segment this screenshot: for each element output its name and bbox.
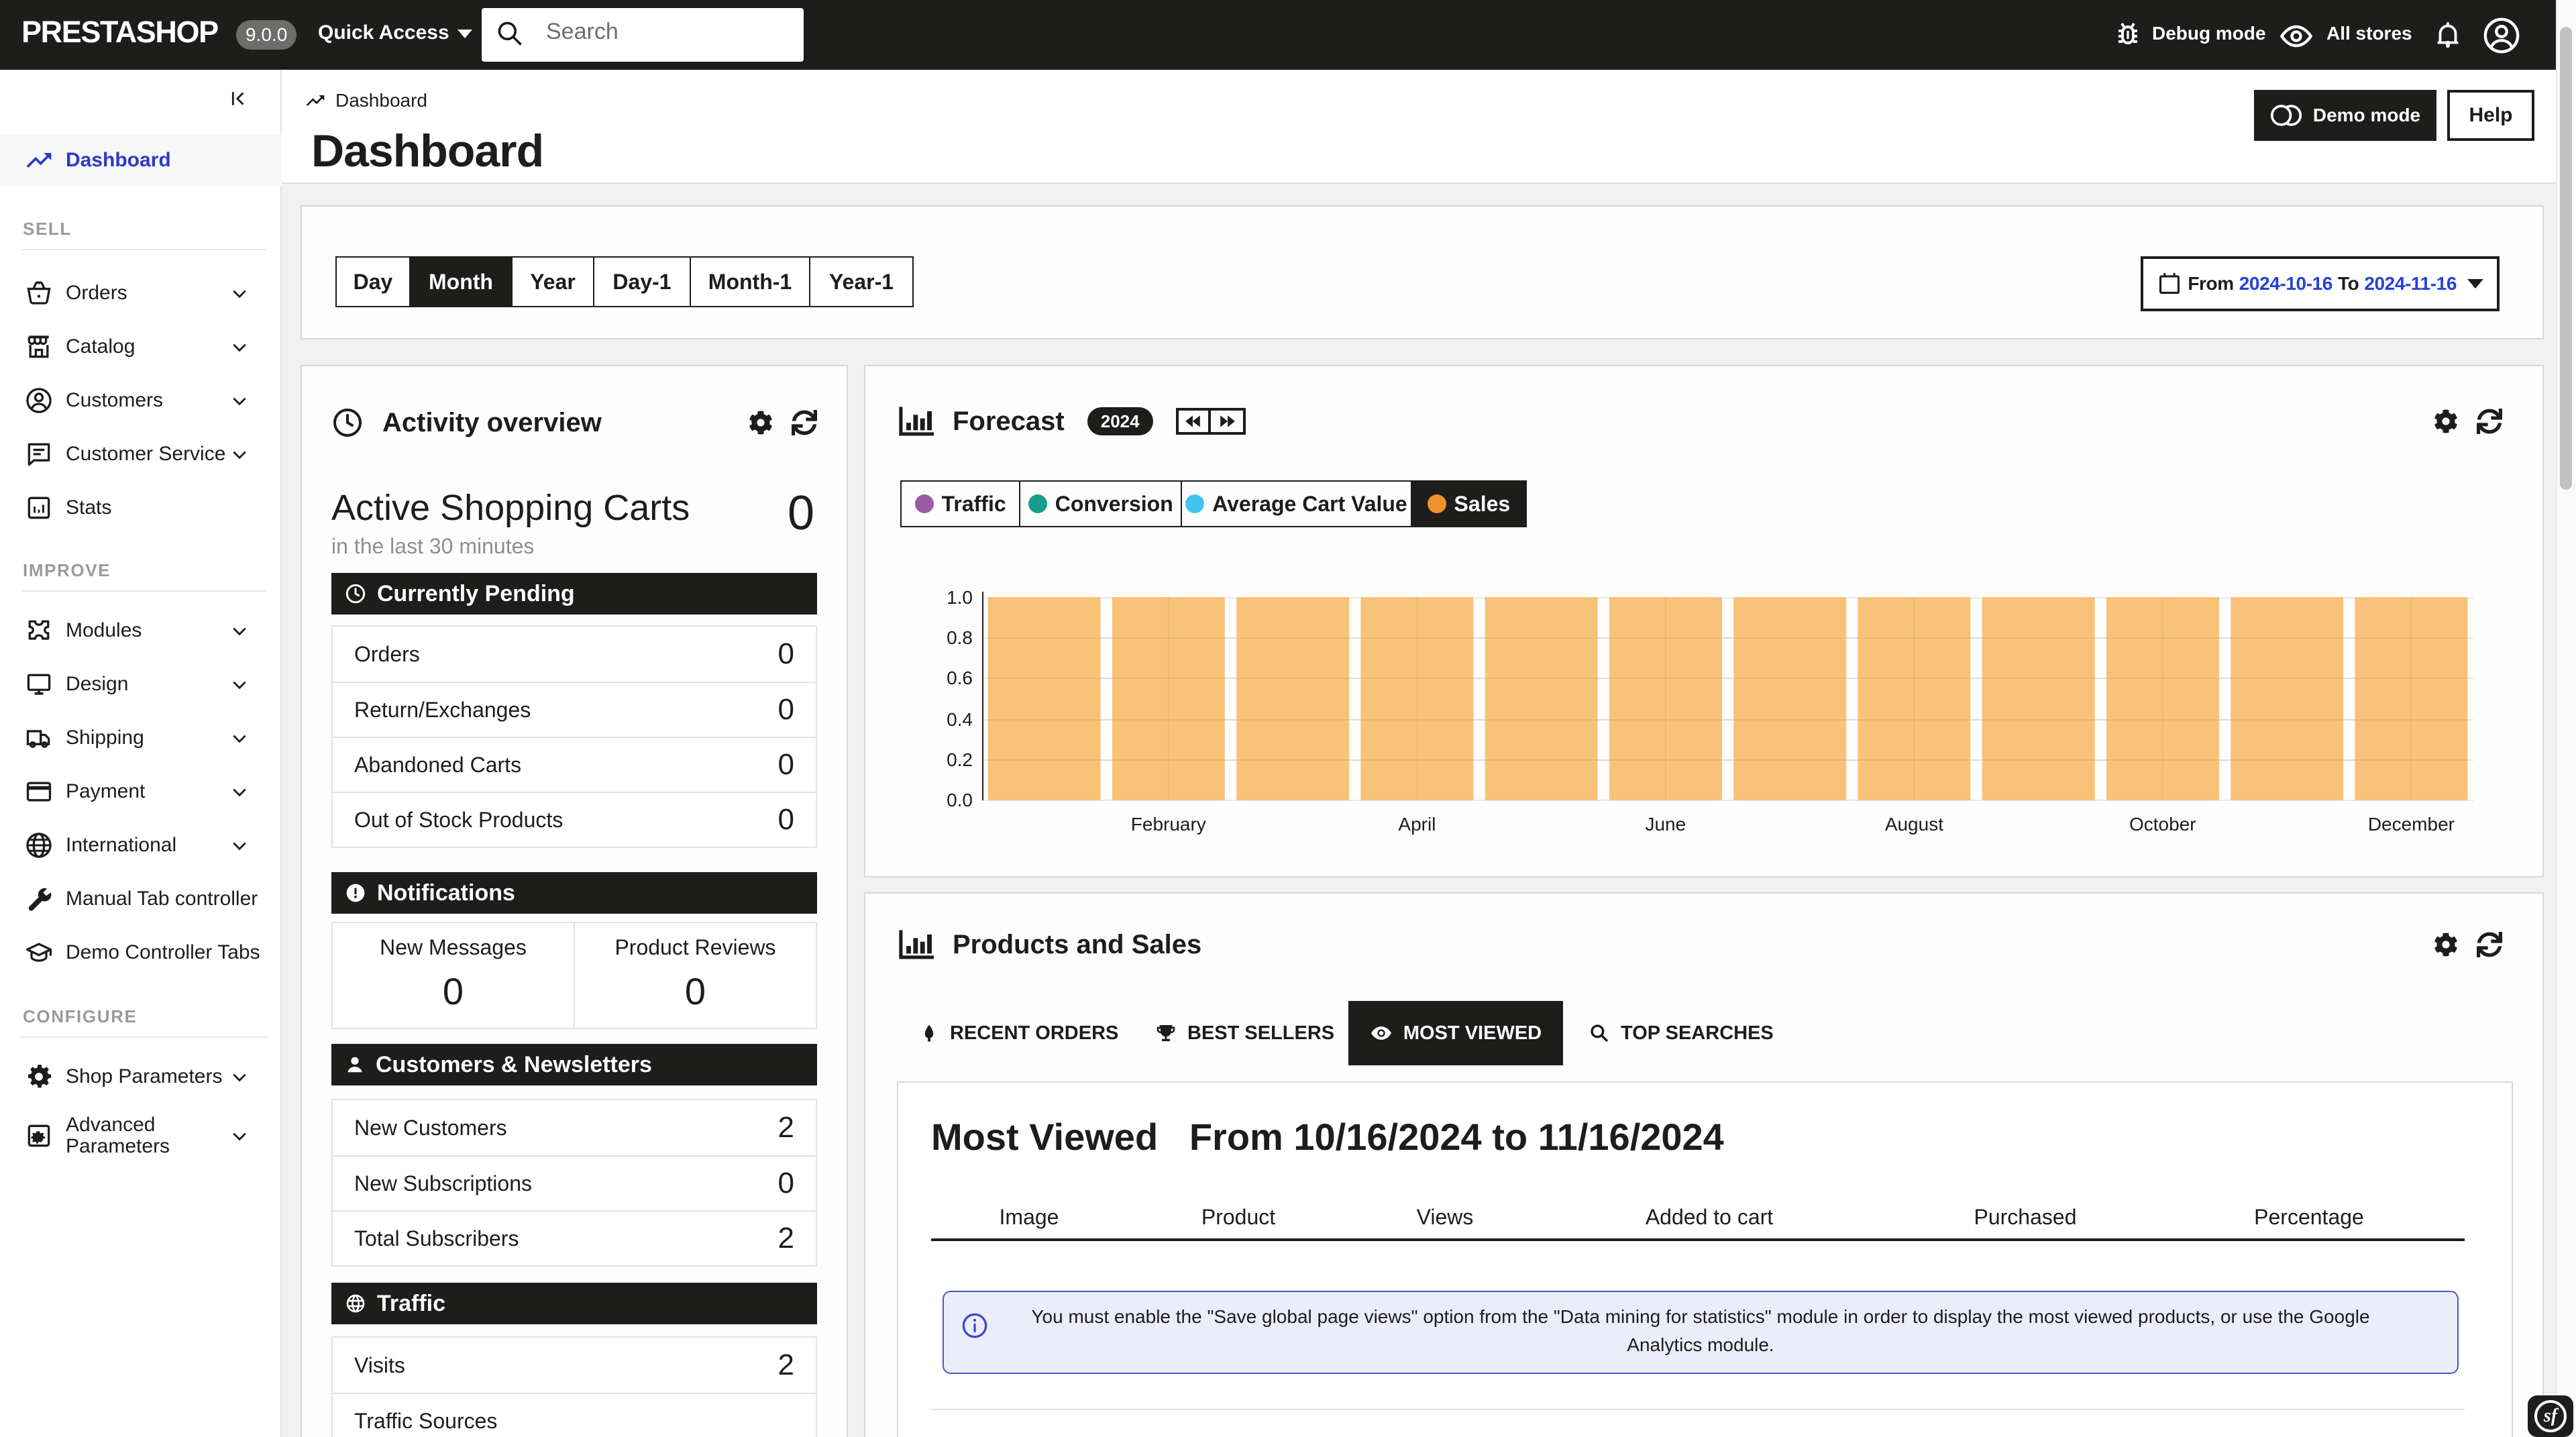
svg-text:August: August <box>1885 814 1943 835</box>
svg-text:October: October <box>2129 814 2196 835</box>
svg-text:0.6: 0.6 <box>947 668 973 688</box>
svg-text:1.0: 1.0 <box>947 587 973 608</box>
svg-text:February: February <box>1131 814 1206 835</box>
svg-text:0.0: 0.0 <box>947 790 973 810</box>
svg-text:June: June <box>1645 814 1686 835</box>
svg-text:0.8: 0.8 <box>947 627 973 648</box>
svg-text:December: December <box>2368 814 2455 835</box>
svg-text:0.2: 0.2 <box>947 749 973 770</box>
svg-text:0.4: 0.4 <box>947 709 973 730</box>
svg-text:April: April <box>1398 814 1436 835</box>
